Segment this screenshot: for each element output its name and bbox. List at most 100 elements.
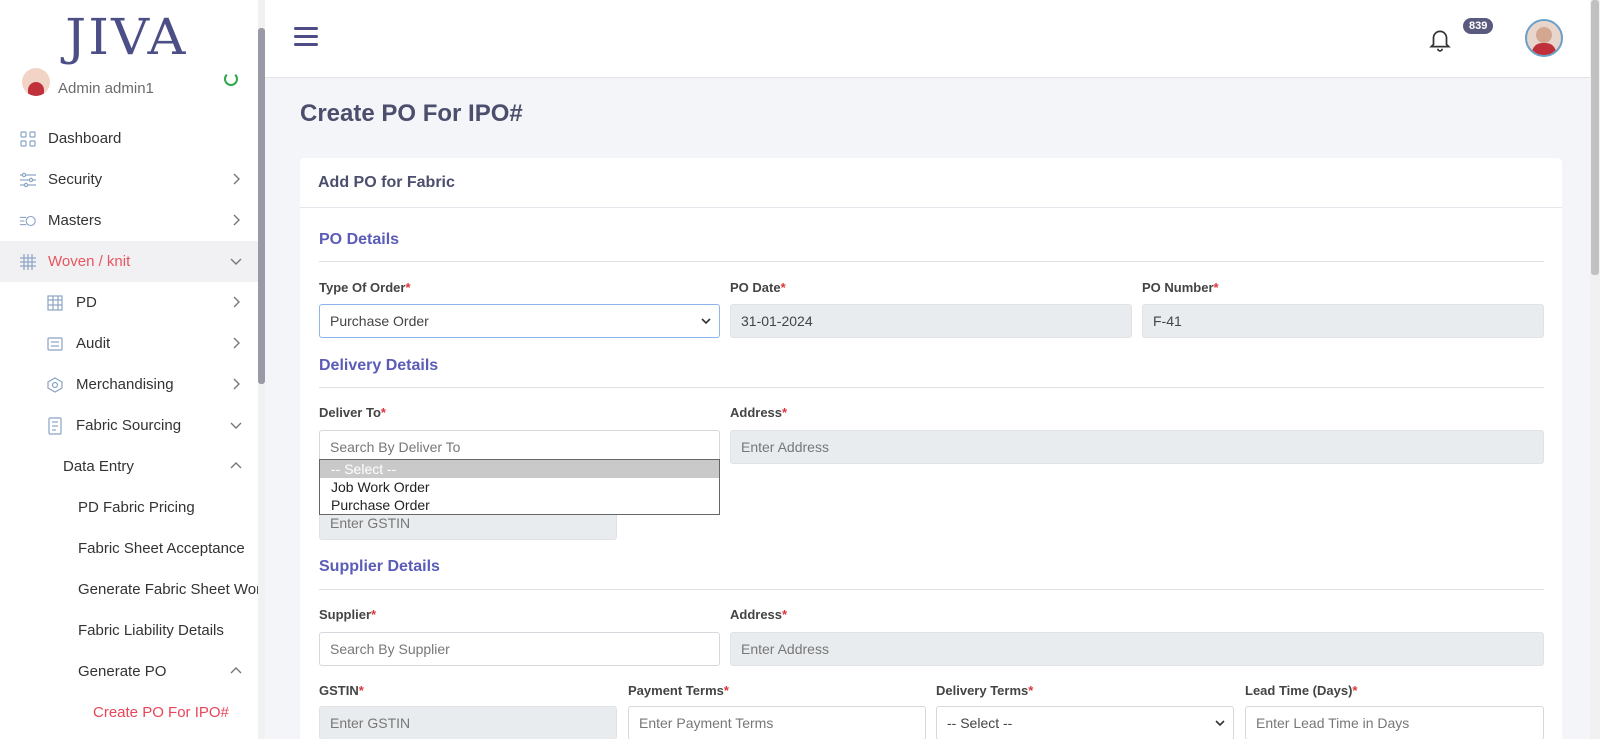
deliver-to-label: Deliver To* — [319, 405, 386, 420]
sidebar-item-label: Data Entry — [63, 458, 134, 475]
sidebar-item-label: Audit — [76, 335, 111, 352]
sidebar-item-generate-po[interactable]: Generate PO — [0, 651, 265, 692]
payment-terms-input[interactable]: Enter Payment Terms — [628, 706, 926, 739]
supplier-address-label: Address* — [730, 607, 787, 622]
delivery-terms-select[interactable]: -- Select -- — [936, 706, 1234, 739]
sidebar-item-label: Generate PO — [78, 663, 167, 680]
delivery-terms-label: Delivery Terms* — [936, 683, 1033, 698]
supplier-search-input[interactable]: Search By Supplier — [319, 632, 720, 666]
sidebar-scrollbar[interactable] — [258, 0, 265, 739]
delivery-address-field[interactable]: Enter Address — [730, 430, 1544, 464]
label-text: Address — [730, 607, 783, 622]
sidebar-item-fabric-sheet-acceptance[interactable]: Fabric Sheet Acceptance — [0, 528, 265, 569]
label-text: Lead Time (Days) — [1245, 683, 1353, 698]
sidebar-item-label: PD Fabric Pricing — [78, 499, 195, 516]
dropdown-option[interactable]: -- Select -- — [320, 460, 719, 478]
card-title: Add PO for Fabric — [318, 174, 455, 191]
required-mark: * — [1028, 683, 1034, 698]
required-mark: * — [1213, 280, 1219, 295]
label-text: Payment Terms — [628, 683, 724, 698]
sidebar-item-fabric-liability-details[interactable]: Fabric Liability Details — [0, 610, 265, 651]
section-title-delivery-details: Delivery Details — [319, 357, 439, 374]
chevron-down-icon — [701, 318, 711, 325]
online-status-icon — [224, 72, 238, 86]
po-number-label: PO Number* — [1142, 280, 1219, 295]
supplier-address-field[interactable]: Enter Address — [730, 632, 1544, 666]
select-value: Purchase Order — [330, 313, 429, 329]
sidebar-item-pd-fabric-pricing[interactable]: PD Fabric Pricing — [0, 487, 265, 528]
sidebar-item-audit[interactable]: Audit — [0, 323, 265, 364]
chevron-right-icon — [233, 173, 240, 185]
required-mark: * — [780, 280, 786, 295]
user-name: Admin admin1 — [58, 80, 154, 97]
sidebar-item-data-entry[interactable]: Data Entry — [0, 446, 265, 487]
delivery-address-label: Address* — [730, 405, 787, 420]
sidebar-item-pd[interactable]: PD — [0, 282, 265, 323]
lead-time-label: Lead Time (Days)* — [1245, 683, 1357, 698]
po-date-label: PO Date* — [730, 280, 786, 295]
type-of-order-label: Type Of Order* — [319, 280, 411, 295]
po-number-field[interactable]: F-41 — [1142, 304, 1544, 338]
divider — [319, 589, 1544, 590]
payment-terms-label: Payment Terms* — [628, 683, 729, 698]
chevron-down-icon — [1215, 720, 1225, 727]
required-mark: * — [358, 683, 364, 698]
select-value: -- Select -- — [947, 715, 1013, 731]
notification-badge: 839 — [1463, 18, 1494, 34]
page-title: Create PO For IPO# — [300, 100, 523, 127]
label-text: Supplier — [319, 607, 372, 622]
masters-icon — [19, 212, 37, 230]
chevron-up-icon — [230, 462, 242, 469]
sidebar-item-dashboard[interactable]: Dashboard — [0, 118, 265, 159]
supplier-label: Supplier* — [319, 607, 376, 622]
required-mark: * — [782, 607, 788, 622]
chevron-right-icon — [233, 296, 240, 308]
section-title-supplier-details: Supplier Details — [319, 558, 440, 575]
bell-icon[interactable] — [1427, 26, 1453, 52]
required-mark: * — [405, 280, 411, 295]
sidebar-item-label: Generate Fabric Sheet Working — [78, 581, 265, 598]
section-title-po-details: PO Details — [319, 231, 400, 248]
sidebar-item-label: PD — [76, 294, 97, 311]
user-avatar — [22, 68, 50, 96]
audit-icon — [46, 335, 64, 353]
dropdown-option[interactable]: Job Work Order — [320, 478, 719, 496]
divider — [319, 387, 1544, 388]
sidebar-nav: Dashboard Security Masters Woven / knit — [0, 118, 265, 733]
sidebar-scrollbar-thumb[interactable] — [258, 28, 265, 384]
chevron-right-icon — [233, 337, 240, 349]
sidebar-item-label: Create PO For IPO# — [93, 704, 229, 721]
merchandising-icon — [46, 376, 64, 394]
sidebar-item-create-po[interactable]: Create PO For IPO# — [0, 692, 265, 733]
dashboard-icon — [19, 130, 37, 148]
menu-toggle-icon[interactable] — [294, 27, 318, 47]
sidebar-item-label: Masters — [48, 212, 102, 229]
sidebar-item-generate-fabric-sheet-working[interactable]: Generate Fabric Sheet Working — [0, 569, 265, 610]
page-scrollbar-thumb[interactable] — [1591, 0, 1599, 275]
chevron-right-icon — [233, 378, 240, 390]
po-date-field[interactable]: 31-01-2024 — [730, 304, 1132, 338]
label-text: PO Number — [1142, 280, 1214, 295]
supplier-gstin-field[interactable]: Enter GSTIN — [319, 706, 617, 739]
required-mark: * — [782, 405, 788, 420]
dropdown-option[interactable]: Purchase Order — [320, 496, 719, 514]
sliders-icon — [19, 171, 37, 189]
lead-time-input[interactable]: Enter Lead Time in Days — [1245, 706, 1544, 739]
sidebar-item-merchandising[interactable]: Merchandising — [0, 364, 265, 405]
label-text: Type Of Order — [319, 280, 406, 295]
chevron-down-icon — [230, 258, 242, 265]
label-text: Address — [730, 405, 783, 420]
sidebar: JIVA Admin admin1 Dashboard Security Mas… — [0, 0, 265, 739]
type-of-order-select[interactable]: Purchase Order — [319, 304, 720, 338]
sidebar-item-fabric-sourcing[interactable]: Fabric Sourcing — [0, 405, 265, 446]
page-scrollbar[interactable] — [1590, 0, 1600, 739]
app-logo[interactable]: JIVA — [65, 4, 187, 70]
sidebar-item-security[interactable]: Security — [0, 159, 265, 200]
table-icon — [46, 294, 64, 312]
sidebar-item-woven-knit[interactable]: Woven / knit — [0, 241, 265, 282]
sidebar-item-label: Woven / knit — [48, 253, 131, 270]
user-profile: Admin admin1 — [20, 68, 250, 100]
sidebar-item-label: Fabric Liability Details — [78, 622, 224, 639]
user-avatar[interactable] — [1525, 19, 1563, 57]
sidebar-item-masters[interactable]: Masters — [0, 200, 265, 241]
